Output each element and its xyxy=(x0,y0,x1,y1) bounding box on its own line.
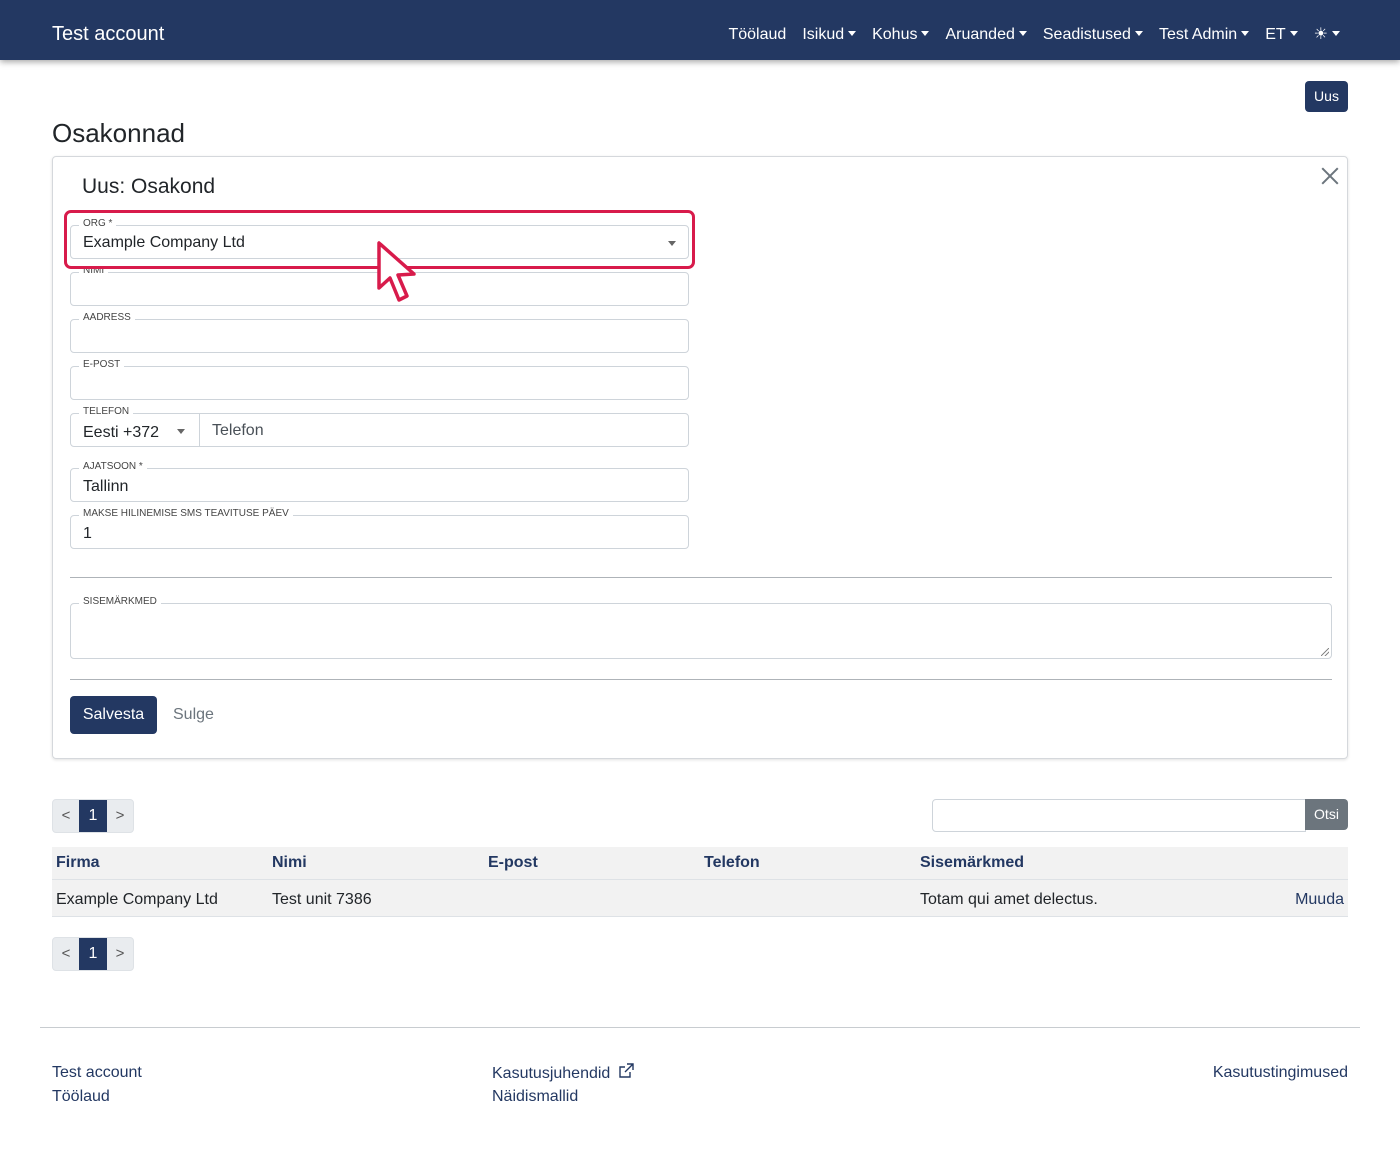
nav-item-kohus[interactable]: Kohus xyxy=(872,24,930,46)
next-page-button[interactable]: > xyxy=(107,800,133,832)
top-navbar: Test account Töölaud Isikud Kohus Aruand… xyxy=(0,0,1400,60)
phone-label: TELEFON xyxy=(79,406,134,418)
email-field[interactable]: E-POST xyxy=(70,359,689,400)
brand-link[interactable]: Test account xyxy=(52,22,164,46)
sun-icon: ☀ xyxy=(1313,26,1328,43)
nav-item-label: ET xyxy=(1265,26,1286,43)
page-1-button[interactable]: 1 xyxy=(79,800,107,832)
footer-link-terms[interactable]: Kasutustingimused xyxy=(1213,1063,1348,1083)
divider xyxy=(70,577,1332,578)
divider xyxy=(70,679,1332,680)
footer-link-account[interactable]: Test account xyxy=(52,1063,142,1083)
mouse-pointer-icon xyxy=(377,241,416,302)
cell-nimi: Test unit 7386 xyxy=(272,891,372,908)
column-header-epost[interactable]: E-post xyxy=(488,853,538,873)
footer-divider xyxy=(40,1027,1360,1028)
new-button[interactable]: Uus xyxy=(1305,81,1348,112)
nav-item-aruanded[interactable]: Aruanded xyxy=(945,24,1027,46)
table-row: Example Company Ltd Test unit 7386 Totam… xyxy=(52,880,1348,917)
page-title: Osakonnad xyxy=(52,118,185,148)
new-department-form-card: Uus: Osakond ORG * Example Company Ltd N… xyxy=(52,156,1348,759)
column-header-telefon[interactable]: Telefon xyxy=(704,853,760,873)
pagination-bottom: < 1 > xyxy=(52,937,134,971)
table-header: Firma Nimi E-post Telefon Sisemärkmed xyxy=(52,847,1348,880)
nav-item-label: Aruanded xyxy=(945,26,1015,43)
footer-link-manuals[interactable]: Kasutusjuhendid xyxy=(492,1063,634,1084)
internal-notes-textarea[interactable]: SISEMÄRKMED xyxy=(70,596,1332,659)
next-page-button[interactable]: > xyxy=(107,938,133,970)
pagination-top: < 1 > xyxy=(52,799,134,833)
nav-item-label: Test Admin xyxy=(1158,26,1238,43)
footer-link-templates[interactable]: Näidismallid xyxy=(492,1087,578,1107)
caret-down-icon xyxy=(1018,31,1027,37)
nav-item-label: Isikud xyxy=(802,26,845,43)
caret-down-icon xyxy=(921,31,930,37)
nav-item-seadistused[interactable]: Seadistused xyxy=(1043,24,1143,46)
resize-handle-icon[interactable] xyxy=(1321,648,1329,656)
chevron-down-icon xyxy=(177,429,185,434)
nav-item-theme[interactable]: ☀ xyxy=(1314,24,1340,46)
footer-link-manuals-label: Kasutusjuhendid xyxy=(492,1065,611,1082)
internal-notes-label: SISEMÄRKMED xyxy=(79,596,161,608)
cell-notes: Totam qui amet delectus. xyxy=(920,891,1098,908)
timezone-label: AJATSOON * xyxy=(79,461,147,473)
search-input[interactable] xyxy=(932,799,1306,832)
address-label: AADRESS xyxy=(79,312,135,324)
phone-divider xyxy=(199,414,200,446)
footer-link-dashboard[interactable]: Töölaud xyxy=(52,1087,110,1107)
main-nav: Töölaud Isikud Kohus Aruanded Seadistuse… xyxy=(712,24,1340,46)
caret-down-icon xyxy=(1241,31,1250,37)
nav-item-toolaud[interactable]: Töölaud xyxy=(728,24,786,46)
edit-link[interactable]: Muuda xyxy=(1295,890,1344,910)
nav-item-isikud[interactable]: Isikud xyxy=(802,24,857,46)
nav-item-label: Kohus xyxy=(872,26,918,43)
email-label: E-POST xyxy=(79,359,125,371)
column-header-firma[interactable]: Firma xyxy=(56,853,100,873)
caret-down-icon xyxy=(1134,31,1143,37)
form-title: Uus: Osakond xyxy=(82,175,216,198)
caret-down-icon xyxy=(1289,31,1298,37)
timezone-field[interactable]: AJATSOON * Tallinn xyxy=(70,461,689,502)
address-field[interactable]: AADRESS xyxy=(70,312,689,353)
sms-reminder-day-value: 1 xyxy=(83,525,92,542)
close-icon[interactable] xyxy=(1321,167,1339,185)
phone-field-group: TELEFON Eesti +372 Telefon xyxy=(70,406,689,447)
external-link-icon xyxy=(619,1063,634,1078)
phone-country-select[interactable]: Eesti +372 xyxy=(83,423,159,443)
cell-firma: Example Company Ltd xyxy=(56,891,218,908)
save-button[interactable]: Salvesta xyxy=(70,696,157,734)
phone-input[interactable]: Telefon xyxy=(212,421,264,441)
close-button[interactable]: Sulge xyxy=(173,705,214,725)
nav-item-label: Seadistused xyxy=(1042,26,1131,43)
sms-reminder-day-label: MAKSE HILINEMISE SMS TEAVITUSE PÄEV xyxy=(79,508,293,520)
nav-item-user-menu[interactable]: Test Admin xyxy=(1158,24,1250,46)
column-header-nimi[interactable]: Nimi xyxy=(272,853,307,873)
prev-page-button[interactable]: < xyxy=(53,938,79,970)
prev-page-button[interactable]: < xyxy=(53,800,79,832)
nav-item-label: Töölaud xyxy=(728,26,787,43)
caret-down-icon xyxy=(1332,31,1340,37)
sms-reminder-day-field[interactable]: MAKSE HILINEMISE SMS TEAVITUSE PÄEV 1 xyxy=(70,508,689,549)
timezone-value: Tallinn xyxy=(83,478,129,495)
caret-down-icon xyxy=(848,31,857,37)
nav-item-language[interactable]: ET xyxy=(1265,24,1298,46)
search-button[interactable]: Otsi xyxy=(1305,799,1348,830)
page-1-button[interactable]: 1 xyxy=(79,938,107,970)
column-header-notes[interactable]: Sisemärkmed xyxy=(920,853,1024,873)
